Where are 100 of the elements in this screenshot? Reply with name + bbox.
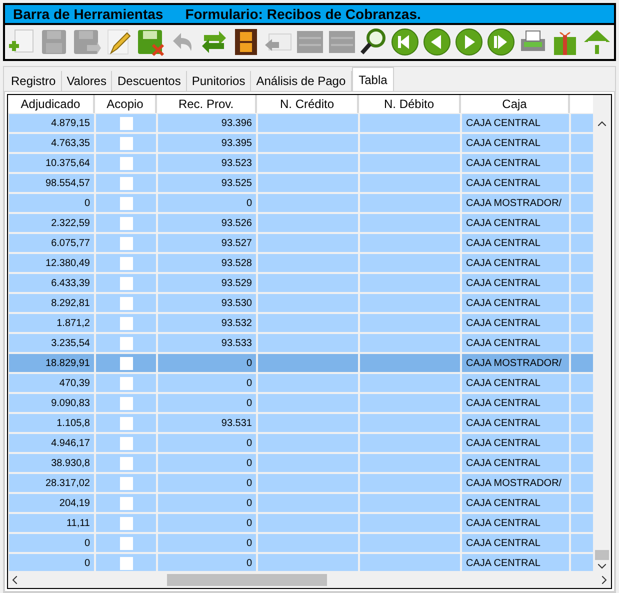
table-cell bbox=[570, 353, 594, 373]
table-cell: CAJA CENTRAL bbox=[461, 153, 570, 173]
table-cell: 9.090,83 bbox=[8, 393, 95, 413]
table-cell: 0 bbox=[8, 193, 95, 213]
table-cell: CAJA CENTRAL bbox=[461, 133, 570, 153]
checkbox[interactable] bbox=[120, 176, 132, 190]
table-cell bbox=[570, 113, 594, 133]
table-cell bbox=[570, 433, 594, 453]
table-cell: 0 bbox=[157, 513, 257, 533]
table-cell: 28.317,02 bbox=[8, 473, 95, 493]
table-cell: 0 bbox=[157, 453, 257, 473]
table-cell: CAJA CENTRAL bbox=[461, 113, 570, 133]
next-icon bbox=[454, 27, 484, 57]
checkbox[interactable] bbox=[120, 336, 132, 350]
checkbox[interactable] bbox=[120, 156, 132, 170]
table-cell: CAJA CENTRAL bbox=[461, 233, 570, 253]
checkbox[interactable] bbox=[120, 276, 132, 290]
table-cell bbox=[570, 553, 594, 571]
skip-back-icon bbox=[390, 27, 420, 57]
table-cell: CAJA CENTRAL bbox=[461, 293, 570, 313]
table-cell bbox=[570, 213, 594, 233]
table-cell: 1.105,8 bbox=[8, 413, 95, 433]
checkbox[interactable] bbox=[120, 416, 132, 430]
horizontal-scrollbar[interactable] bbox=[8, 571, 611, 588]
table-cell: 470,39 bbox=[8, 373, 95, 393]
table-cell: 93.529 bbox=[157, 273, 257, 293]
table-cell: CAJA MOSTRADOR/ bbox=[461, 353, 570, 373]
checkbox[interactable] bbox=[120, 536, 132, 550]
table-cell bbox=[570, 193, 594, 213]
checkbox[interactable] bbox=[120, 436, 132, 450]
table-cell: CAJA CENTRAL bbox=[461, 213, 570, 233]
checkbox[interactable] bbox=[120, 256, 132, 270]
table-cell: 4.763,35 bbox=[8, 133, 95, 153]
table-cell bbox=[570, 513, 594, 533]
table-cell: 93.526 bbox=[157, 213, 257, 233]
table-cell: 10.375,64 bbox=[8, 153, 95, 173]
scroll-down-icon[interactable] bbox=[598, 564, 606, 569]
table-cell bbox=[570, 453, 594, 473]
table-cell: 0 bbox=[157, 433, 257, 453]
table-cell: 0 bbox=[157, 373, 257, 393]
tab[interactable]: Tabla bbox=[352, 67, 394, 91]
table-cell: CAJA MOSTRADOR/ bbox=[461, 473, 570, 493]
table-cell: 93.532 bbox=[157, 313, 257, 333]
table-cell bbox=[570, 273, 594, 293]
scroll-right-icon[interactable] bbox=[602, 576, 607, 584]
table-cell: CAJA CENTRAL bbox=[461, 453, 570, 473]
table-cell: CAJA CENTRAL bbox=[461, 253, 570, 273]
table-cell bbox=[570, 253, 594, 273]
table-cell bbox=[570, 153, 594, 173]
table-cell: 8.292,81 bbox=[8, 293, 95, 313]
table-cell: CAJA CENTRAL bbox=[461, 273, 570, 293]
table-cell: 0 bbox=[157, 353, 257, 373]
checkbox[interactable] bbox=[120, 296, 132, 310]
vertical-scrollbar[interactable] bbox=[593, 95, 611, 571]
table-cell: CAJA CENTRAL bbox=[461, 313, 570, 333]
checkbox[interactable] bbox=[120, 556, 132, 570]
table-cell bbox=[570, 413, 594, 433]
table-cell: CAJA CENTRAL bbox=[461, 333, 570, 353]
table-cell: 93.531 bbox=[157, 413, 257, 433]
table-cell: 93.395 bbox=[157, 133, 257, 153]
table-cell: 93.527 bbox=[157, 233, 257, 253]
table-cell bbox=[570, 293, 594, 313]
table-cell bbox=[570, 133, 594, 153]
table-cell: 93.523 bbox=[157, 153, 257, 173]
table-cell: 11,11 bbox=[8, 513, 95, 533]
checkbox[interactable] bbox=[120, 376, 132, 390]
scroll-thumb[interactable] bbox=[167, 574, 327, 586]
table-cell: CAJA MOSTRADOR/ bbox=[461, 193, 570, 213]
checkbox[interactable] bbox=[120, 356, 132, 370]
table-cell: 6.433,39 bbox=[8, 273, 95, 293]
checkbox[interactable] bbox=[120, 476, 132, 490]
form-title: Formulario: Recibos de Cobranzas. bbox=[185, 4, 421, 24]
checkbox[interactable] bbox=[120, 316, 132, 330]
table-cell: 0 bbox=[157, 393, 257, 413]
checkbox[interactable] bbox=[120, 516, 132, 530]
table-cell: CAJA CENTRAL bbox=[461, 373, 570, 393]
table-cell: 1.871,2 bbox=[8, 313, 95, 333]
checkbox[interactable] bbox=[120, 216, 132, 230]
scroll-up-icon[interactable] bbox=[598, 121, 606, 126]
checkbox[interactable] bbox=[120, 496, 132, 510]
scroll-thumb[interactable] bbox=[595, 550, 610, 560]
table-cell: 0 bbox=[157, 493, 257, 513]
table-cell: 3.235,54 bbox=[8, 333, 95, 353]
scroll-left-icon[interactable] bbox=[12, 576, 17, 584]
checkbox[interactable] bbox=[120, 236, 132, 250]
checkbox[interactable] bbox=[120, 456, 132, 470]
table-cell: 18.829,91 bbox=[8, 353, 95, 373]
table-cell: 93.525 bbox=[157, 173, 257, 193]
table-cell bbox=[570, 493, 594, 513]
table-cell: CAJA CENTRAL bbox=[461, 433, 570, 453]
table-cell: CAJA CENTRAL bbox=[461, 553, 570, 571]
search-icon bbox=[358, 27, 388, 57]
table-cell: CAJA CENTRAL bbox=[461, 173, 570, 193]
table-cell: 0 bbox=[157, 553, 257, 571]
table-cell: 4.879,15 bbox=[8, 113, 95, 133]
checkbox[interactable] bbox=[120, 396, 132, 410]
table-cell: CAJA CENTRAL bbox=[461, 413, 570, 433]
checkbox[interactable] bbox=[120, 136, 132, 150]
checkbox[interactable] bbox=[120, 196, 132, 210]
checkbox[interactable] bbox=[120, 116, 132, 130]
